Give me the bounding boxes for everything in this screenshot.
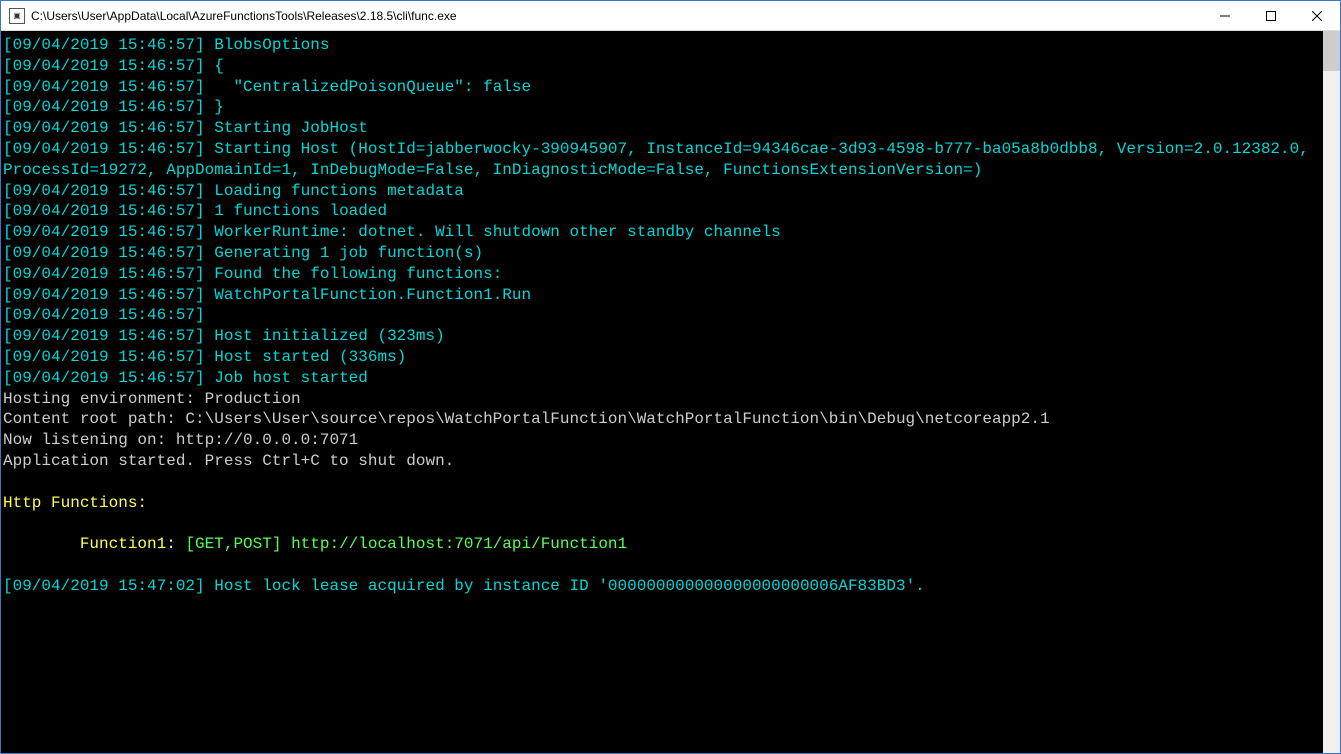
- function-url: http://localhost:7071/api/Function1: [291, 535, 627, 553]
- timestamp: [09/04/2019 15:46:57]: [3, 265, 205, 283]
- http-functions-header: Http Functions:: [3, 493, 1321, 514]
- titlebar[interactable]: ▣ C:\Users\User\AppData\Local\AzureFunct…: [1, 1, 1340, 31]
- log-message: {: [214, 57, 224, 75]
- log-message: Generating 1 job function(s): [214, 244, 483, 262]
- console-output[interactable]: [09/04/2019 15:46:57] BlobsOptions [09/04…: [1, 31, 1323, 753]
- hosting-env: Hosting environment: Production: [3, 389, 1321, 410]
- log-message: Host started (336ms): [214, 348, 406, 366]
- log-message: Host initialized (323ms): [214, 327, 444, 345]
- timestamp: [09/04/2019 15:46:57]: [3, 348, 205, 366]
- content-root: Content root path: C:\Users\User\source\…: [3, 409, 1321, 430]
- log-message: Starting JobHost: [214, 119, 368, 137]
- window-controls: [1202, 1, 1340, 30]
- scroll-thumb[interactable]: [1323, 31, 1340, 71]
- timestamp: [09/04/2019 15:46:57]: [3, 140, 205, 158]
- log-message: Host lock lease acquired by instance ID …: [214, 577, 925, 595]
- log-message: "CentralizedPoisonQueue": false: [214, 78, 531, 96]
- timestamp: [09/04/2019 15:46:57]: [3, 306, 205, 324]
- timestamp: [09/04/2019 15:46:57]: [3, 369, 205, 387]
- maximize-button[interactable]: [1248, 1, 1294, 30]
- app-icon: ▣: [9, 8, 25, 24]
- function-name: Function1:: [3, 535, 185, 553]
- timestamp: [09/04/2019 15:46:57]: [3, 223, 205, 241]
- timestamp: [09/04/2019 15:46:57]: [3, 98, 205, 116]
- log-message: WorkerRuntime: dotnet. Will shutdown oth…: [214, 223, 781, 241]
- app-started: Application started. Press Ctrl+C to shu…: [3, 451, 1321, 472]
- timestamp: [09/04/2019 15:46:57]: [3, 182, 205, 200]
- log-message: BlobsOptions: [214, 36, 329, 54]
- timestamp: [09/04/2019 15:46:57]: [3, 57, 205, 75]
- timestamp: [09/04/2019 15:46:57]: [3, 327, 205, 345]
- timestamp: [09/04/2019 15:47:02]: [3, 577, 205, 595]
- log-message: Job host started: [214, 369, 368, 387]
- console-window: ▣ C:\Users\User\AppData\Local\AzureFunct…: [0, 0, 1341, 754]
- function-methods: [GET,POST]: [185, 535, 291, 553]
- timestamp: [09/04/2019 15:46:57]: [3, 286, 205, 304]
- window-title: C:\Users\User\AppData\Local\AzureFunctio…: [31, 9, 1202, 23]
- log-message: 1 functions loaded: [214, 202, 387, 220]
- minimize-button[interactable]: [1202, 1, 1248, 30]
- timestamp: [09/04/2019 15:46:57]: [3, 202, 205, 220]
- log-message: Found the following functions:: [214, 265, 502, 283]
- vertical-scrollbar[interactable]: [1323, 31, 1340, 753]
- close-button[interactable]: [1294, 1, 1340, 30]
- timestamp: [09/04/2019 15:46:57]: [3, 36, 205, 54]
- console-body: [09/04/2019 15:46:57] BlobsOptions [09/04…: [1, 31, 1340, 753]
- log-message: }: [214, 98, 224, 116]
- timestamp: [09/04/2019 15:46:57]: [3, 119, 205, 137]
- listening-on: Now listening on: http://0.0.0.0:7071: [3, 430, 1321, 451]
- log-message: Loading functions metadata: [214, 182, 464, 200]
- timestamp: [09/04/2019 15:46:57]: [3, 244, 205, 262]
- timestamp: [09/04/2019 15:46:57]: [3, 78, 205, 96]
- log-message: WatchPortalFunction.Function1.Run: [214, 286, 531, 304]
